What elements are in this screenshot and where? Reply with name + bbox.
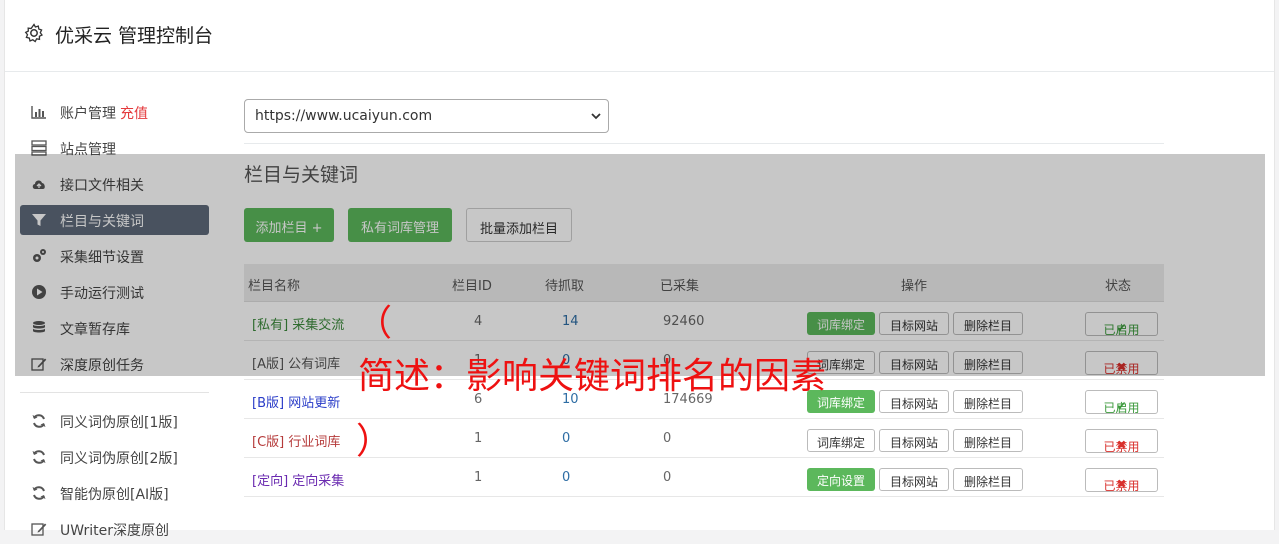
refresh-icon [32, 414, 46, 428]
site-select[interactable]: https://www.ucaiyun.com [244, 99, 609, 133]
target-site-button[interactable]: 目标网站 [879, 429, 949, 452]
annotation-text: 简述：影响关键词排名的因素 [358, 356, 827, 397]
bind-library-button[interactable]: 词库绑定 [807, 429, 875, 452]
sidebar-item-label: 智能伪原创[AI版] [60, 487, 169, 503]
refresh-icon [32, 450, 46, 464]
sidebar-item-label: 账户管理 [60, 106, 116, 122]
delete-column-button[interactable]: 删除栏目 [953, 468, 1023, 491]
sidebar-item-synonym-v2[interactable]: 同义词伪原创[2版] [20, 442, 209, 472]
bind-library-button[interactable]: 定向设置 [807, 468, 875, 491]
gear-icon [24, 23, 43, 43]
bar-chart-icon [31, 106, 46, 119]
annotation-close-paren: ） [356, 421, 393, 462]
sidebar-item-label: 同义词伪原创[2版] [60, 451, 178, 467]
dim-overlay [15, 154, 1265, 376]
column-name[interactable]: [C版] 行业词库 [252, 431, 340, 450]
target-site-button[interactable]: 目标网站 [879, 390, 949, 413]
site-select-value: https://www.ucaiyun.com [255, 108, 433, 124]
console-title: 优采云 管理控制台 [55, 25, 214, 47]
annotation-open-paren: （ [356, 303, 393, 344]
target-site-button[interactable]: 目标网站 [879, 468, 949, 491]
recharge-link[interactable]: 充值 [120, 106, 148, 122]
status-toggle[interactable]: ✖ 已禁用 [1085, 468, 1158, 493]
column-name[interactable]: [定向] 定向采集 [252, 470, 344, 489]
column-name[interactable]: [B版] 网站更新 [252, 392, 340, 411]
sidebar-item-label: UWriter深度原创 [60, 523, 169, 539]
status-toggle[interactable]: ✔ 已启用 [1085, 390, 1158, 415]
sidebar-item-synonym-v1[interactable]: 同义词伪原创[1版] [20, 406, 209, 436]
status-toggle[interactable]: ✖ 已禁用 [1085, 429, 1158, 454]
collected-count: 0 [663, 470, 672, 485]
chevron-down-icon [591, 113, 601, 120]
sidebar-item-ai-original[interactable]: 智能伪原创[AI版] [20, 478, 209, 508]
delete-column-button[interactable]: 删除栏目 [953, 429, 1023, 452]
delete-column-button[interactable]: 删除栏目 [953, 390, 1023, 413]
refresh-icon [32, 486, 46, 500]
column-id: 1 [474, 470, 483, 485]
sidebar-item-account[interactable]: 账户管理 充值 [20, 97, 209, 127]
sidebar-item-uwriter[interactable]: UWriter深度原创 [20, 514, 209, 544]
column-id: 1 [474, 431, 483, 446]
pending-count[interactable]: 0 [562, 470, 570, 485]
divider [244, 143, 1164, 144]
sidebar-item-label: 同义词伪原创[1版] [60, 415, 178, 431]
sidebar-divider [20, 392, 209, 393]
page-header: 优采云 管理控制台 [5, 0, 1274, 72]
pending-count[interactable]: 0 [562, 431, 570, 446]
collected-count: 0 [663, 431, 672, 446]
edit-icon [31, 523, 47, 536]
